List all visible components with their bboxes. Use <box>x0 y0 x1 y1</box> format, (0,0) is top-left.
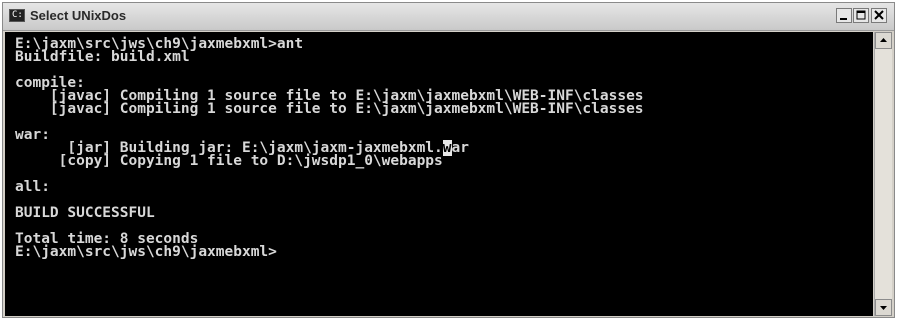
console-line: BUILD SUCCESSFUL <box>15 205 155 221</box>
console-line: E:\jaxm\src\jws\ch9\jaxmebxml> <box>15 244 277 260</box>
console-window: C: Select UNixDos E:\jaxm\src\jws\ch9\ja… <box>2 2 895 318</box>
close-icon <box>874 10 884 20</box>
arrow-up-icon <box>880 38 887 42</box>
minimize-icon <box>840 18 847 20</box>
close-button[interactable] <box>871 8 887 23</box>
scroll-down-button[interactable] <box>875 299 892 316</box>
console-output[interactable]: E:\jaxm\src\jws\ch9\jaxmebxml>ant Buildf… <box>5 32 873 316</box>
vertical-scrollbar[interactable] <box>874 32 892 316</box>
console-line-tail: ar <box>451 140 469 156</box>
console-line: Buildfile: build.xml <box>15 49 190 65</box>
console-line: [javac] Compiling 1 source file to E:\ja… <box>15 101 644 117</box>
console-line: all: <box>15 179 50 195</box>
console-icon[interactable]: C: <box>9 9 25 22</box>
arrow-down-icon <box>880 306 887 310</box>
scroll-up-button[interactable] <box>875 32 892 49</box>
title-bar[interactable]: C: Select UNixDos <box>3 3 894 31</box>
console-lines: E:\jaxm\src\jws\ch9\jaxmebxml>ant Buildf… <box>15 37 644 260</box>
text-cursor: w <box>442 140 452 156</box>
maximize-icon <box>856 10 866 20</box>
maximize-button[interactable] <box>853 8 869 23</box>
window-title: Select UNixDos <box>30 8 127 23</box>
minimize-button[interactable] <box>836 8 852 23</box>
console-line: [copy] Copying 1 file to D:\jwsdp1_0\web… <box>15 153 443 169</box>
